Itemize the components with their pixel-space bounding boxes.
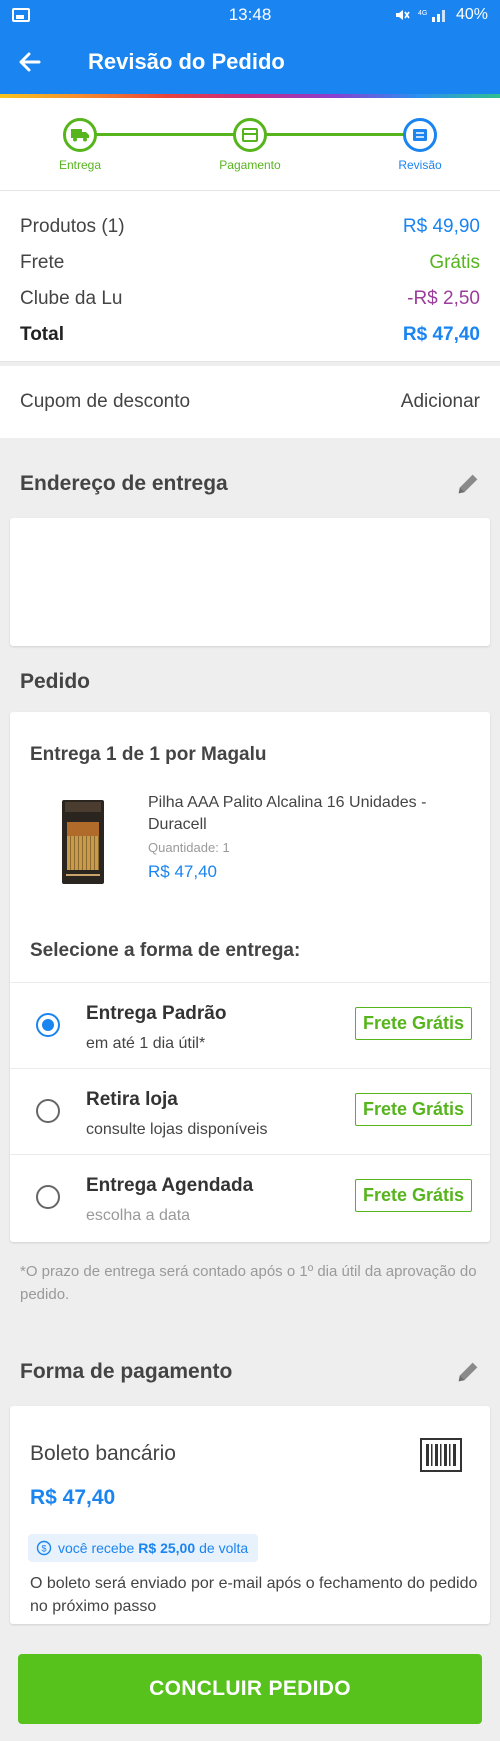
cashback-suffix: de volta [199,1540,249,1556]
order-card: Entrega 1 de 1 por Magalu Pilha AAA Pali… [10,712,490,1242]
status-time: 13:48 [228,5,272,24]
signal-icon: 4G [418,10,445,22]
truck-icon [71,129,89,142]
option-sub: consulte lojas disponíveis [86,1121,268,1138]
cashback-prefix: você recebe [58,1540,135,1556]
step-label: Entrega [58,158,102,172]
summary-value: R$ 47,40 [402,324,480,345]
payment-section-title: Forma de pagamento [20,1360,233,1383]
page-title: Revisão do Pedido [88,49,285,74]
mute-icon [395,10,410,20]
free-shipping-badge: Frete Grátis [354,1007,472,1040]
step-revisao: Revisão [375,118,465,172]
summary-label: Total [20,324,64,345]
summary-label: Frete [20,252,65,273]
payment-card: Boleto bancário R$ 47,40 $ você recebe R… [10,1406,490,1624]
payment-method: Boleto bancário [30,1442,176,1465]
battery-level: 40% [455,6,488,23]
step-label: Pagamento [219,158,281,172]
svg-text:4G: 4G [418,10,427,17]
pencil-icon[interactable] [454,470,482,498]
delivery-option-agendada[interactable]: Entrega Agendada escolha a data Frete Gr… [10,1154,490,1240]
delivery-option-padrao[interactable]: Entrega Padrão em até 1 dia útil* Frete … [10,982,490,1068]
order-summary: Produtos (1) R$ 49,90 Frete Grátis Clube… [0,190,500,362]
app-bar: Revisão do Pedido [0,30,500,94]
payment-description: O boleto será enviado por e-mail após o … [30,1575,478,1615]
summary-value: R$ 49,90 [402,216,480,237]
summary-row-clube: Clube da Lu -R$ 2,50 [20,281,480,317]
option-sub: escolha a data [86,1207,191,1224]
option-name: Entrega Padrão [86,1003,227,1024]
card-icon [242,128,258,142]
gallery-icon [12,8,30,22]
order-section-title: Pedido [20,670,91,693]
coupon-row[interactable]: Cupom de desconto Adicionar [0,366,500,438]
summary-label: Clube da Lu [20,288,123,309]
summary-value: Grátis [429,252,480,273]
checkout-stepper: Entrega Pagamento Revisão [0,98,500,190]
address-card[interactable] [10,518,490,646]
cashback-value: R$ 25,00 [138,1540,196,1556]
product-image[interactable] [62,800,104,884]
summary-label: Produtos (1) [20,216,125,237]
pencil-icon[interactable] [454,1358,482,1386]
product-price: R$ 47,40 [148,862,217,881]
status-icons: 4G 40% [394,6,488,24]
back-button[interactable] [0,30,60,94]
option-sub: em até 1 dia útil* [86,1035,206,1052]
option-name: Entrega Agendada [86,1175,254,1196]
svg-text:$: $ [42,1544,47,1554]
list-icon [413,129,427,141]
delivery-option-retira-loja[interactable]: Retira loja consulte lojas disponíveis F… [10,1068,490,1154]
step-label: Revisão [398,158,442,172]
cashback-icon: $ [36,1540,52,1556]
summary-row-total: Total R$ 47,40 [20,317,480,353]
product-quantity: Quantidade: 1 [148,840,230,855]
radio-selected[interactable] [36,1013,60,1037]
step-entrega: Entrega [35,118,125,172]
free-shipping-badge: Frete Grátis [354,1179,472,1212]
status-bar: 13:48 4G 40% [0,0,500,30]
barcode-icon [420,1438,462,1472]
radio-unselected[interactable] [36,1185,60,1209]
complete-order-button[interactable]: CONCLUIR PEDIDO [18,1654,482,1724]
arrow-left-icon [19,52,41,72]
payment-amount: R$ 47,40 [30,1486,116,1509]
summary-value: -R$ 2,50 [407,288,480,309]
radio-unselected[interactable] [36,1099,60,1123]
delivery-select-title: Selecione a forma de entrega: [30,940,301,961]
product-name[interactable]: Pilha AAA Palito Alcalina 16 Unidades - … [148,792,478,836]
delivery-note: *O prazo de entrega será contado após o … [20,1263,477,1303]
add-coupon-button[interactable]: Adicionar [401,391,480,413]
shipment-title: Entrega 1 de 1 por Magalu [30,744,267,765]
summary-row-frete: Frete Grátis [20,245,480,281]
summary-row-produtos: Produtos (1) R$ 49,90 [20,209,480,245]
cashback-badge: $ você recebe R$ 25,00 de volta [28,1534,259,1562]
free-shipping-badge: Frete Grátis [354,1093,472,1126]
address-section-title: Endereço de entrega [20,472,228,495]
coupon-label: Cupom de desconto [20,391,191,412]
step-pagamento: Pagamento [205,118,295,172]
option-name: Retira loja [86,1089,178,1110]
